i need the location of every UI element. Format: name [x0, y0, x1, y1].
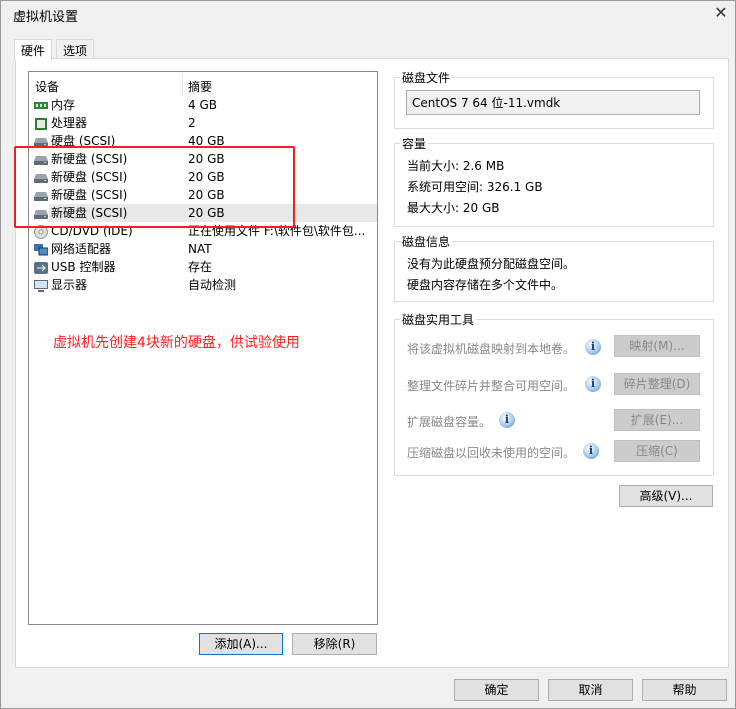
expand-description: 扩展磁盘容量。 — [407, 415, 492, 429]
defragment-description: 整理文件碎片并整合可用空间。 — [407, 379, 576, 393]
add-button[interactable]: 添加(A)... — [199, 633, 283, 655]
device-row[interactable]: 网络适配器 NAT — [29, 240, 377, 258]
column-device[interactable]: 设备 — [35, 78, 59, 95]
network-adapter-icon — [34, 243, 49, 256]
memory-icon — [34, 99, 48, 111]
disk-utilities-label: 磁盘实用工具 — [400, 311, 477, 328]
current-size: 当前大小: 2.6 MB — [407, 159, 505, 173]
capacity-group: 容量 当前大小: 2.6 MB 系统可用空间: 326.1 GB 最大大小: 2… — [394, 135, 714, 227]
advanced-button[interactable]: 高级(V)... — [619, 485, 713, 507]
device-row[interactable]: 处理器 2 — [29, 114, 377, 132]
processor-icon — [34, 117, 48, 130]
device-summary: 2 — [188, 116, 196, 130]
device-summary: 自动检测 — [188, 278, 237, 292]
compact-description: 压缩磁盘以回收未使用的空间。 — [407, 446, 576, 460]
disk-info-line1: 没有为此硬盘预分配磁盘空间。 — [407, 257, 576, 271]
available-space: 系统可用空间: 326.1 GB — [407, 180, 543, 194]
info-icon[interactable]: i — [583, 443, 599, 459]
device-name: 处理器 — [51, 116, 88, 130]
ok-button[interactable]: 确定 — [454, 679, 539, 701]
device-name: 内存 — [51, 98, 76, 112]
device-name: USB 控制器 — [51, 260, 116, 274]
column-separator[interactable] — [182, 74, 183, 96]
map-button[interactable]: 映射(M)... — [614, 335, 700, 357]
device-summary: 4 GB — [188, 98, 217, 112]
device-summary: NAT — [188, 242, 212, 256]
cancel-button[interactable]: 取消 — [548, 679, 633, 701]
usb-icon — [34, 261, 48, 274]
device-row[interactable]: USB 控制器 存在 — [29, 258, 377, 276]
tab-hardware[interactable]: 硬件 — [14, 39, 53, 60]
disk-info-group: 磁盘信息 没有为此硬盘预分配磁盘空间。 硬盘内容存储在多个文件中。 — [394, 233, 714, 302]
max-size: 最大大小: 20 GB — [407, 201, 500, 215]
device-name: 显示器 — [51, 278, 88, 292]
annotation-text: 虚拟机先创建4块新的硬盘，供试验使用 — [53, 335, 300, 351]
settings-window: 虚拟机设置 ✕ 硬件 选项 设备 摘要 内存 4 GB 处理器 2 硬盘 (SCSI) 4… — [0, 0, 736, 709]
map-description: 将该虚拟机磁盘映射到本地卷。 — [407, 342, 576, 356]
capacity-label: 容量 — [400, 135, 429, 152]
info-icon[interactable]: i — [585, 339, 601, 355]
info-icon[interactable]: i — [585, 376, 601, 392]
device-row[interactable]: 显示器 自动检测 — [29, 276, 377, 294]
device-summary: 存在 — [188, 260, 213, 274]
info-icon[interactable]: i — [499, 412, 515, 428]
tab-options[interactable]: 选项 — [56, 39, 95, 59]
highlight-box — [14, 146, 295, 228]
close-icon[interactable]: ✕ — [711, 3, 731, 23]
disk-file-label: 磁盘文件 — [400, 69, 453, 86]
help-button[interactable]: 帮助 — [642, 679, 727, 701]
disk-file-field[interactable]: CentOS 7 64 位-11.vmdk — [406, 90, 700, 115]
expand-button[interactable]: 扩展(E)... — [614, 409, 700, 431]
device-name: 网络适配器 — [51, 242, 112, 256]
column-summary[interactable]: 摘要 — [188, 78, 212, 95]
display-icon — [34, 279, 48, 292]
device-row[interactable]: 内存 4 GB — [29, 96, 377, 114]
disk-info-line2: 硬盘内容存储在多个文件中。 — [407, 278, 564, 292]
disk-info-label: 磁盘信息 — [400, 233, 453, 250]
defragment-button[interactable]: 碎片整理(D) — [614, 373, 700, 395]
window-title: 虚拟机设置 — [13, 10, 79, 25]
remove-button[interactable]: 移除(R) — [292, 633, 377, 655]
disk-utilities-group: 磁盘实用工具 将该虚拟机磁盘映射到本地卷。 i 映射(M)... 整理文件碎片并… — [394, 311, 714, 476]
compact-button[interactable]: 压缩(C) — [614, 440, 700, 462]
